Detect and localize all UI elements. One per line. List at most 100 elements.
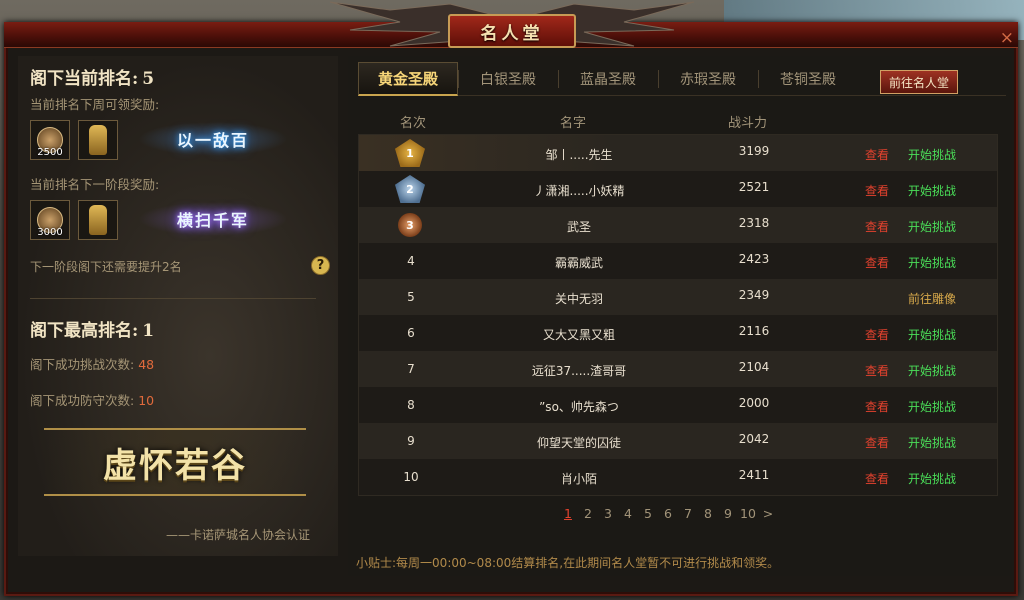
best-rank-heading: 阁下最高排名: 1 <box>30 316 154 341</box>
tab-gold-hall[interactable]: 黄金圣殿 <box>358 62 458 96</box>
challenge-button[interactable]: 开始挑战 <box>908 254 956 271</box>
silver-rank-icon: 2 <box>395 175 425 203</box>
view-button[interactable]: 查看 <box>865 218 889 235</box>
rank-number: 5 <box>407 290 415 304</box>
page-9[interactable]: 9 <box>718 506 738 521</box>
armor-icon <box>89 125 107 155</box>
player-power: 3199 <box>738 144 770 158</box>
best-rank-value: 1 <box>142 321 155 341</box>
table-row: 9 仰望天堂的囚徒 2042 查看 开始挑战 <box>359 423 997 459</box>
view-button[interactable]: 查看 <box>865 398 889 415</box>
player-name: 远征37.....渣哥哥 <box>531 364 627 378</box>
current-rank-label: 阁下当前排名: <box>30 69 139 89</box>
player-rank-panel: 阁下当前排名: 5 当前排名下周可领奖励: 2500 以一敌百 当前排名下一阶段奖… <box>18 56 338 556</box>
win-challenges-label: 阁下成功挑战次数: <box>30 357 135 372</box>
player-name: 肖小陌 <box>560 472 597 486</box>
tab-bronze-hall[interactable]: 苍铜圣殿 <box>758 62 858 96</box>
tab-silver-hall[interactable]: 白银圣殿 <box>458 62 558 96</box>
tip-text: 小贴士:每周一00:00~08:00结算排名,在此期间名人堂暂不可进行挑战和领奖… <box>356 556 780 570</box>
rank-number: 10 <box>403 470 419 484</box>
player-name: 丿潇湘.....小妖精 <box>533 184 625 198</box>
page-1[interactable]: 1 <box>558 506 578 521</box>
win-challenges-stat: 阁下成功挑战次数: 48 <box>30 354 154 373</box>
table-row: 3 武圣 2318 查看 开始挑战 <box>359 207 997 243</box>
win-defense-stat: 阁下成功防守次数: 10 <box>30 390 154 409</box>
player-name: 武圣 <box>566 220 591 234</box>
challenge-button[interactable]: 开始挑战 <box>908 146 956 163</box>
player-name: 仰望天堂的囚徒 <box>536 436 621 450</box>
challenge-button[interactable]: 开始挑战 <box>908 182 956 199</box>
header-name: 名字 <box>560 116 587 131</box>
rank-number: 7 <box>407 362 415 376</box>
challenge-button[interactable]: 开始挑战 <box>908 326 956 343</box>
pagination: 1 2 3 4 5 6 7 8 9 10 > <box>558 506 778 521</box>
next-reward-item-medal[interactable]: 3000 <box>30 200 70 240</box>
page-2[interactable]: 2 <box>578 506 598 521</box>
divider <box>30 298 316 299</box>
win-defense-label: 阁下成功防守次数: <box>30 393 135 408</box>
view-button[interactable]: 查看 <box>865 326 889 343</box>
rank-number: 6 <box>407 326 415 340</box>
tab-red-hall[interactable]: 赤瑕圣殿 <box>658 62 758 96</box>
help-icon[interactable]: ? <box>311 256 330 275</box>
player-power: 2000 <box>738 396 770 410</box>
view-button[interactable]: 查看 <box>865 146 889 163</box>
table-row: 2 丿潇湘.....小妖精 2521 查看 开始挑战 <box>359 171 997 207</box>
certification-signature: ——卡诺萨城名人协会认证 <box>166 528 311 542</box>
gold-rank-icon: 1 <box>395 139 425 167</box>
win-challenges-value: 48 <box>138 357 155 372</box>
page-4[interactable]: 4 <box>618 506 638 521</box>
next-page-icon[interactable]: > <box>758 506 778 521</box>
page-7[interactable]: 7 <box>678 506 698 521</box>
player-power: 2318 <box>738 216 770 230</box>
view-button[interactable]: 查看 <box>865 182 889 199</box>
bronze-rank-icon: 3 <box>398 213 422 237</box>
ranking-table: 1 邹丨.....先生 3199 查看 开始挑战 2 丿潇湘.....小妖精 2… <box>358 134 998 496</box>
rank-number: 8 <box>407 398 415 412</box>
player-power: 2521 <box>738 180 770 194</box>
player-power: 2116 <box>738 324 770 338</box>
challenge-button[interactable]: 开始挑战 <box>908 362 956 379</box>
table-row: 4 霸霸威武 2423 查看 开始挑战 <box>359 243 997 279</box>
best-rank-label: 阁下最高排名: <box>30 321 139 341</box>
page-10[interactable]: 10 <box>738 506 758 521</box>
reward-qty: 2500 <box>37 147 63 158</box>
view-button[interactable]: 查看 <box>865 254 889 271</box>
player-name: ”so、帅先森つ <box>539 400 619 414</box>
reward-qty: 3000 <box>37 227 63 238</box>
rank-number: 9 <box>407 434 415 448</box>
player-power: 2042 <box>738 432 770 446</box>
view-button[interactable]: 查看 <box>865 362 889 379</box>
table-row: 5 关中无羽 2349 前往雕像 <box>359 279 997 315</box>
reward-item-armor[interactable] <box>78 120 118 160</box>
view-button[interactable]: 查看 <box>865 470 889 487</box>
page-8[interactable]: 8 <box>698 506 718 521</box>
goto-statue-button[interactable]: 前往雕像 <box>908 290 956 307</box>
table-row: 10 肖小陌 2411 查看 开始挑战 <box>359 459 997 495</box>
player-power: 2104 <box>738 360 770 374</box>
armor-icon <box>89 205 107 235</box>
player-power: 2423 <box>738 252 770 266</box>
close-icon[interactable]: × <box>1000 28 1014 48</box>
table-row: 1 邹丨.....先生 3199 查看 开始挑战 <box>359 135 997 171</box>
goto-hall-button[interactable]: 前往名人堂 <box>880 70 958 94</box>
challenge-button[interactable]: 开始挑战 <box>908 470 956 487</box>
current-rank-value: 5 <box>142 69 155 89</box>
challenge-button[interactable]: 开始挑战 <box>908 218 956 235</box>
page-3[interactable]: 3 <box>598 506 618 521</box>
weekly-reward-label: 当前排名下周可领奖励: <box>30 97 160 112</box>
challenge-button[interactable]: 开始挑战 <box>908 398 956 415</box>
page-6[interactable]: 6 <box>658 506 678 521</box>
win-defense-value: 10 <box>138 393 155 408</box>
challenge-button[interactable]: 开始挑战 <box>908 434 956 451</box>
player-name: 又大又黑又粗 <box>542 328 615 342</box>
window-title: 名人堂 <box>448 14 576 48</box>
page-5[interactable]: 5 <box>638 506 658 521</box>
next-reward-item-armor[interactable] <box>78 200 118 240</box>
player-name: 霸霸威武 <box>554 256 603 270</box>
weekly-title-effect: 以一敌百 <box>138 122 288 156</box>
tab-crystal-hall[interactable]: 蓝晶圣殿 <box>558 62 658 96</box>
next-title-effect: 横扫千军 <box>138 202 288 236</box>
view-button[interactable]: 查看 <box>865 434 889 451</box>
reward-item-medal[interactable]: 2500 <box>30 120 70 160</box>
